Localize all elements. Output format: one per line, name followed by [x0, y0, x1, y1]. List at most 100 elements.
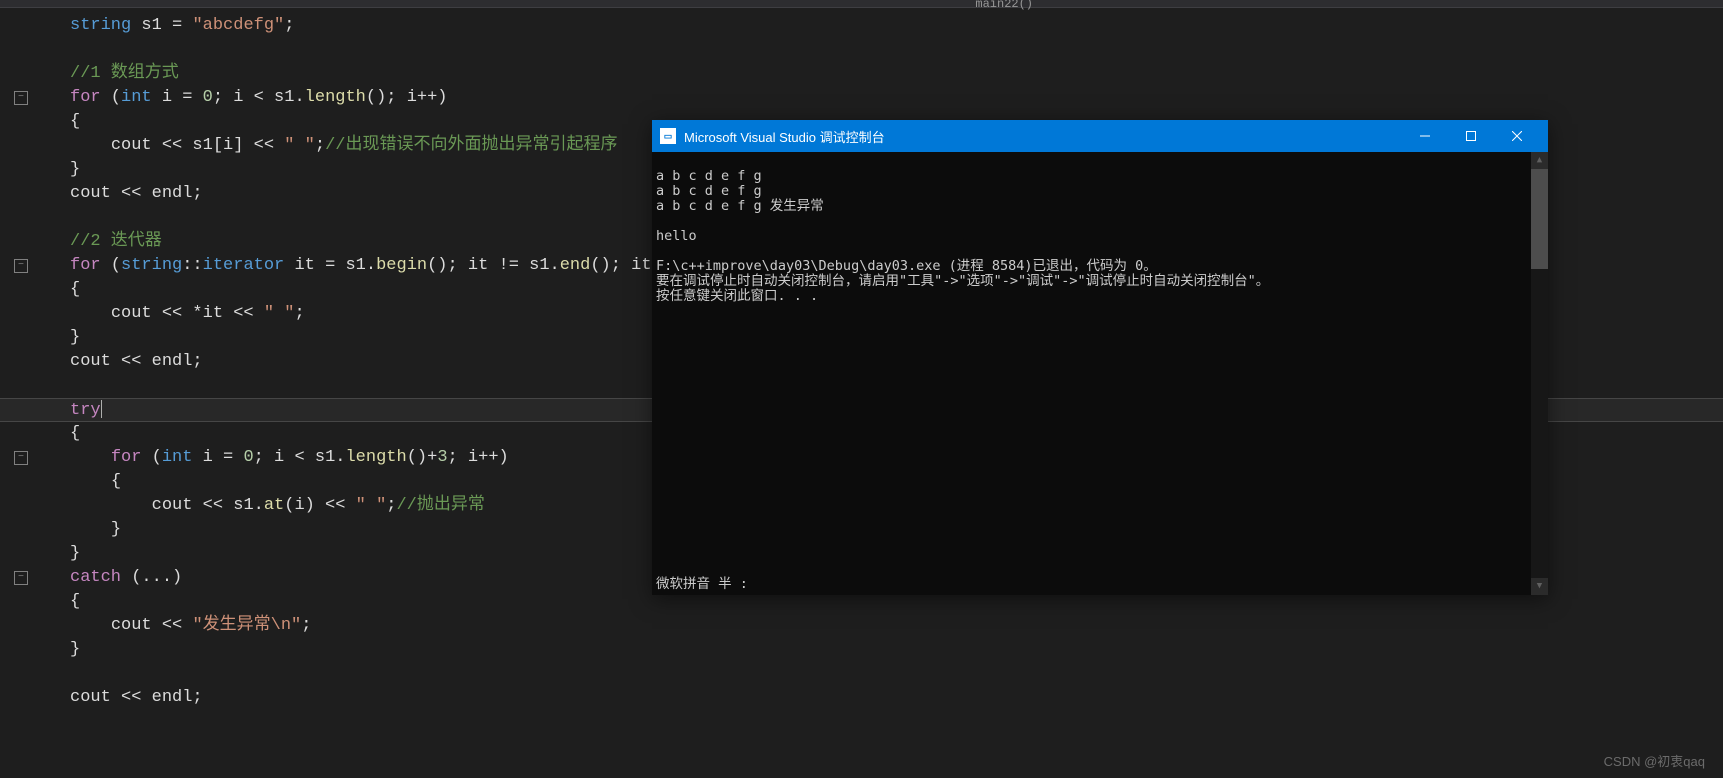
token-punct: cout << s1[i] <<	[111, 136, 284, 155]
code-line[interactable]: cout << "发生异常\n";	[70, 614, 1723, 638]
maximize-button[interactable]	[1448, 120, 1494, 152]
gutter-line	[0, 230, 42, 254]
token-punct: s1 =	[131, 16, 192, 35]
scrollbar[interactable]: ▲ ▼	[1531, 152, 1548, 595]
token-string: " "	[284, 136, 315, 155]
token-punct: (i) <<	[284, 496, 355, 515]
token-number: 0	[203, 88, 213, 107]
token-punct: }	[70, 328, 80, 347]
token-punct: cout << endl;	[70, 184, 203, 203]
output-line: F:\c++improve\day03\Debug\day03.exe (进程 …	[656, 258, 1157, 274]
token-string: "abcdefg"	[192, 16, 284, 35]
gutter-line	[0, 182, 42, 206]
output-line: 按任意键关闭此窗口. . .	[656, 288, 818, 304]
token-kw-flow: catch	[70, 568, 121, 587]
token-punct: {	[70, 424, 80, 443]
code-line[interactable]: //1 数组方式	[70, 62, 1723, 86]
scroll-up-icon[interactable]: ▲	[1531, 152, 1548, 169]
scroll-thumb[interactable]	[1531, 169, 1548, 269]
code-line[interactable]: string s1 = "abcdefg";	[70, 14, 1723, 38]
code-line[interactable]	[70, 38, 1723, 62]
gutter-line	[0, 110, 42, 134]
console-title: Microsoft Visual Studio 调试控制台	[684, 127, 1402, 146]
gutter-line	[0, 614, 42, 638]
fold-minus-icon[interactable]: −	[14, 451, 28, 465]
gutter-line	[0, 134, 42, 158]
token-func: begin	[376, 256, 427, 275]
gutter-line	[0, 62, 42, 86]
code-line[interactable]	[70, 662, 1723, 686]
token-punct: {	[111, 472, 121, 491]
gutter-line	[0, 638, 42, 662]
token-punct: (); it != s1.	[427, 256, 560, 275]
gutter-line	[0, 374, 42, 398]
token-number: 0	[243, 448, 253, 467]
token-string: " "	[356, 496, 387, 515]
gutter-line	[0, 302, 42, 326]
token-punct: i =	[192, 448, 243, 467]
token-punct: {	[70, 112, 80, 131]
close-button[interactable]	[1494, 120, 1540, 152]
token-func: length	[305, 88, 366, 107]
console-titlebar[interactable]: ▭ Microsoft Visual Studio 调试控制台	[652, 120, 1548, 152]
token-punct: ; i++)	[448, 448, 509, 467]
token-punct: ; i < s1.	[254, 448, 346, 467]
token-punct: ;	[294, 304, 304, 323]
gutter-line: −	[0, 86, 42, 110]
token-kw-flow: for	[70, 256, 101, 275]
gutter: −−−−−	[0, 8, 42, 778]
console-app-icon: ▭	[660, 128, 676, 144]
token-punct: }	[70, 544, 80, 563]
gutter-line	[0, 662, 42, 686]
token-punct: i =	[152, 88, 203, 107]
token-punct: (); i++)	[366, 88, 448, 107]
code-line[interactable]: cout << endl;	[70, 686, 1723, 710]
token-comment: //抛出异常	[396, 496, 484, 515]
token-kw-type: string	[70, 16, 131, 35]
gutter-line	[0, 518, 42, 542]
gutter-line	[0, 686, 42, 710]
token-string: " "	[264, 304, 295, 323]
token-kw-type: string	[121, 256, 182, 275]
gutter-line	[0, 470, 42, 494]
gutter-line: −	[0, 446, 42, 470]
gutter-line	[0, 278, 42, 302]
text-cursor	[101, 400, 102, 418]
token-punct: ()+	[407, 448, 438, 467]
output-line: hello	[656, 228, 697, 244]
token-number: 3	[437, 448, 447, 467]
window-controls	[1402, 120, 1540, 152]
token-func: at	[264, 496, 284, 515]
fold-minus-icon[interactable]: −	[14, 91, 28, 105]
token-punct: ;	[386, 496, 396, 515]
fold-minus-icon[interactable]: −	[14, 571, 28, 585]
output-line: a b c d e f g 发生异常	[656, 198, 824, 214]
console-output[interactable]: a b c d e f g a b c d e f g a b c d e f …	[652, 152, 1548, 595]
token-comment: //1 数组方式	[70, 64, 179, 83]
token-comment: //出现错误不向外面抛出异常引起程序	[325, 136, 617, 155]
token-punct: cout << endl;	[70, 688, 203, 707]
token-func: end	[560, 256, 591, 275]
token-kw-flow: try	[70, 401, 101, 420]
token-punct: (	[101, 88, 121, 107]
code-line[interactable]: }	[70, 638, 1723, 662]
console-window: ▭ Microsoft Visual Studio 调试控制台 a b c d …	[652, 120, 1548, 595]
code-line[interactable]: for (int i = 0; i < s1.length(); i++)	[70, 86, 1723, 110]
token-punct: }	[111, 520, 121, 539]
token-punct: ; i < s1.	[213, 88, 305, 107]
gutter-line	[0, 350, 42, 374]
token-punct: {	[70, 592, 80, 611]
scroll-down-icon[interactable]: ▼	[1531, 578, 1548, 595]
watermark: CSDN @初衷qaq	[1604, 751, 1705, 770]
minimize-button[interactable]	[1402, 120, 1448, 152]
fold-minus-icon[interactable]: −	[14, 259, 28, 273]
main-func-label: main22()	[975, 0, 1033, 11]
token-func: length	[345, 448, 406, 467]
output-line: a b c d e f g	[656, 168, 762, 184]
token-string: "发生异常\n"	[192, 616, 301, 635]
gutter-line	[0, 422, 42, 446]
token-punct: cout << *it <<	[111, 304, 264, 323]
output-line: a b c d e f g	[656, 183, 762, 199]
gutter-line: −	[0, 254, 42, 278]
token-punct: it = s1.	[284, 256, 376, 275]
